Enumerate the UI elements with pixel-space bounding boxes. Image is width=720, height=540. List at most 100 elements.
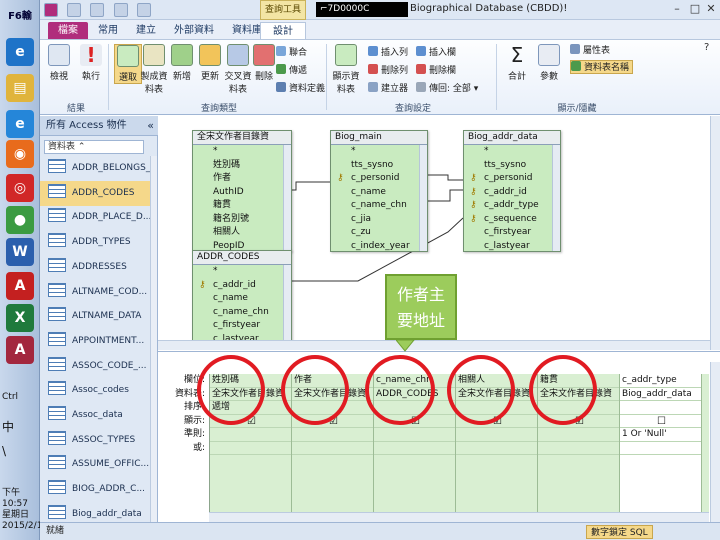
ie-icon-2[interactable]: e <box>6 110 34 138</box>
builder-button[interactable]: 建立器 <box>368 82 408 96</box>
grid-column[interactable]: 作者 全宋文作者目錄資 ☑ <box>292 374 374 522</box>
insert-rows-button[interactable]: 插入列 <box>368 46 408 60</box>
field-list-item[interactable]: c_firstyear <box>193 319 291 333</box>
delete-columns-button[interactable]: 刪除欄 <box>416 64 456 78</box>
grid-vertical-scrollbar[interactable] <box>710 362 720 522</box>
field-list-item[interactable]: * <box>193 145 291 159</box>
table-cell[interactable]: 全宋文作者目錄資 <box>456 388 537 401</box>
taskbar-clock[interactable]: 下午 10:57 星期日 2015/2/1 <box>2 488 42 532</box>
field-list-title[interactable]: Biog_main <box>331 131 427 145</box>
nav-table-item[interactable]: Assoc_codes <box>40 378 152 403</box>
table-cell[interactable]: 全宋文作者目錄資 <box>210 388 291 401</box>
field-list-item[interactable]: c_jia <box>331 213 427 227</box>
folder-icon[interactable]: ▤ <box>6 74 34 102</box>
field-list-item[interactable]: ⚷ c_sequence <box>464 213 560 227</box>
field-list-table[interactable]: Biog_addr_data * tts_sysno ⚷ c_personid ⚷ c_ad… <box>463 130 561 252</box>
nav-table-item[interactable]: ASSOC_CODE_... <box>40 354 152 379</box>
sort-cell[interactable] <box>374 401 455 415</box>
save-icon[interactable] <box>67 3 82 17</box>
redo-icon[interactable] <box>113 3 128 17</box>
table-pane-horizontal-scrollbar[interactable] <box>158 340 710 350</box>
nav-scrollbar[interactable] <box>150 156 157 522</box>
nav-table-item[interactable]: ALTNAME_DATA <box>40 304 152 329</box>
field-list-scrollbar[interactable] <box>552 145 560 251</box>
nav-pane-header[interactable]: 所有 Access 物件 « <box>40 116 158 136</box>
field-list-item[interactable]: ⚷ c_addr_id <box>193 279 291 293</box>
grid-column[interactable]: 籍貫 全宋文作者目錄資 ☑ <box>538 374 620 522</box>
field-list-item[interactable]: 籍貫 <box>193 199 291 213</box>
field-list-item[interactable]: ⚷ c_personid <box>331 172 427 186</box>
field-list-item[interactable]: 姓別碼 <box>193 159 291 173</box>
word-icon[interactable]: W <box>6 238 34 266</box>
grid-column[interactable]: c_addr_type Biog_addr_data ☐ 1 Or 'Null' <box>620 374 702 522</box>
field-list-item[interactable]: c_name <box>331 186 427 200</box>
maximize-button[interactable]: □ <box>688 2 702 16</box>
delete-button[interactable]: 刪除 <box>250 44 278 82</box>
return-dropdown[interactable]: 傳回: 全部 ▾ <box>416 82 478 96</box>
criteria-cell[interactable] <box>210 428 291 442</box>
target-icon[interactable]: ◎ <box>6 174 34 202</box>
criteria-cell[interactable] <box>538 428 619 442</box>
field-list-table[interactable]: Biog_main * tts_sysno ⚷ c_personid c_name c_na… <box>330 130 428 252</box>
field-list-title[interactable]: 全宋文作者目錄資 <box>193 131 291 145</box>
firefox-icon[interactable]: ◉ <box>6 140 34 168</box>
field-list-item[interactable]: * <box>464 145 560 159</box>
totals-button[interactable]: Σ 合計 <box>502 44 532 82</box>
nav-table-item[interactable]: APPOINTMENT... <box>40 329 152 354</box>
table-names-button[interactable]: 資料表名稱 <box>570 60 634 74</box>
data-definition-button[interactable]: 資料定義 <box>276 82 325 96</box>
field-cell[interactable]: c_addr_type <box>620 374 701 388</box>
collapse-chevron-icon[interactable]: « <box>147 116 154 136</box>
criteria-cell[interactable] <box>374 428 455 442</box>
show-checkbox[interactable]: ☑ <box>374 415 455 428</box>
criteria-cell[interactable]: 1 Or 'Null' <box>620 428 701 442</box>
make-table-button[interactable]: 製成資料表 <box>140 44 168 95</box>
customize-qat-icon[interactable] <box>136 3 151 17</box>
show-checkbox[interactable]: ☐ <box>620 415 701 428</box>
nav-table-item[interactable]: ADDR_PLACE_D... <box>40 205 152 230</box>
field-list-item[interactable]: c_zu <box>331 226 427 240</box>
field-cell[interactable]: 籍貫 <box>538 374 619 388</box>
show-checkbox[interactable]: ☑ <box>538 415 619 428</box>
nav-table-item[interactable]: ASSUME_OFFIC... <box>40 452 152 477</box>
field-list-item[interactable]: c_name_chn <box>331 199 427 213</box>
criteria-cell[interactable] <box>456 428 537 442</box>
close-button[interactable]: ✕ <box>704 2 718 16</box>
criteria-cell[interactable] <box>292 428 373 442</box>
field-list-item[interactable]: c_firstyear <box>464 226 560 240</box>
or-cell[interactable] <box>620 442 701 455</box>
grid-column[interactable]: c_name_chn ADDR_CODES ☑ <box>374 374 456 522</box>
nav-table-item[interactable]: BIOG_ADDR_C... <box>40 477 152 502</box>
field-list-scrollbar[interactable] <box>283 265 291 341</box>
field-list-item[interactable]: ⚷ c_addr_type <box>464 199 560 213</box>
start-button[interactable]: F6輸 <box>2 4 38 30</box>
sort-cell[interactable] <box>456 401 537 415</box>
field-list-title[interactable]: Biog_addr_data <box>464 131 560 145</box>
access-icon[interactable]: A <box>6 336 34 364</box>
field-list-item[interactable]: c_name_chn <box>193 306 291 320</box>
or-cell[interactable] <box>456 442 537 455</box>
insert-columns-button[interactable]: 插入欄 <box>416 46 456 60</box>
delete-rows-button[interactable]: 刪除列 <box>368 64 408 78</box>
undo-icon[interactable] <box>90 3 105 17</box>
show-checkbox[interactable]: ☑ <box>456 415 537 428</box>
sort-cell[interactable] <box>538 401 619 415</box>
field-list-item[interactable]: * <box>193 265 291 279</box>
or-cell[interactable] <box>538 442 619 455</box>
pass-through-button[interactable]: 傳遞 <box>276 64 307 78</box>
chrome-icon[interactable]: ● <box>6 206 34 234</box>
field-list-item[interactable]: tts_sysno <box>331 159 427 173</box>
grid-column[interactable]: 相關人 全宋文作者目錄資 ☑ <box>456 374 538 522</box>
view-button[interactable]: 檢視 <box>44 44 74 82</box>
ie-icon[interactable]: e <box>6 38 34 66</box>
field-list-item[interactable]: 籍名別號 <box>193 213 291 227</box>
minimize-button[interactable]: – <box>670 2 684 16</box>
nav-category-tables[interactable]: 資料表 ⌃ <box>44 140 144 154</box>
nav-table-item[interactable]: ADDR_TYPES <box>40 230 152 255</box>
field-cell[interactable]: 姓別碼 <box>210 374 291 388</box>
tab-home[interactable]: 常用 <box>90 22 126 39</box>
field-list-table[interactable]: ADDR_CODES * ⚷ c_addr_id c_name c_name_chn c_f… <box>192 250 292 344</box>
union-button[interactable]: 聯合 <box>276 46 307 60</box>
nav-table-item[interactable]: ADDRESSES <box>40 255 152 280</box>
parameters-button[interactable]: 參數 <box>534 44 564 82</box>
